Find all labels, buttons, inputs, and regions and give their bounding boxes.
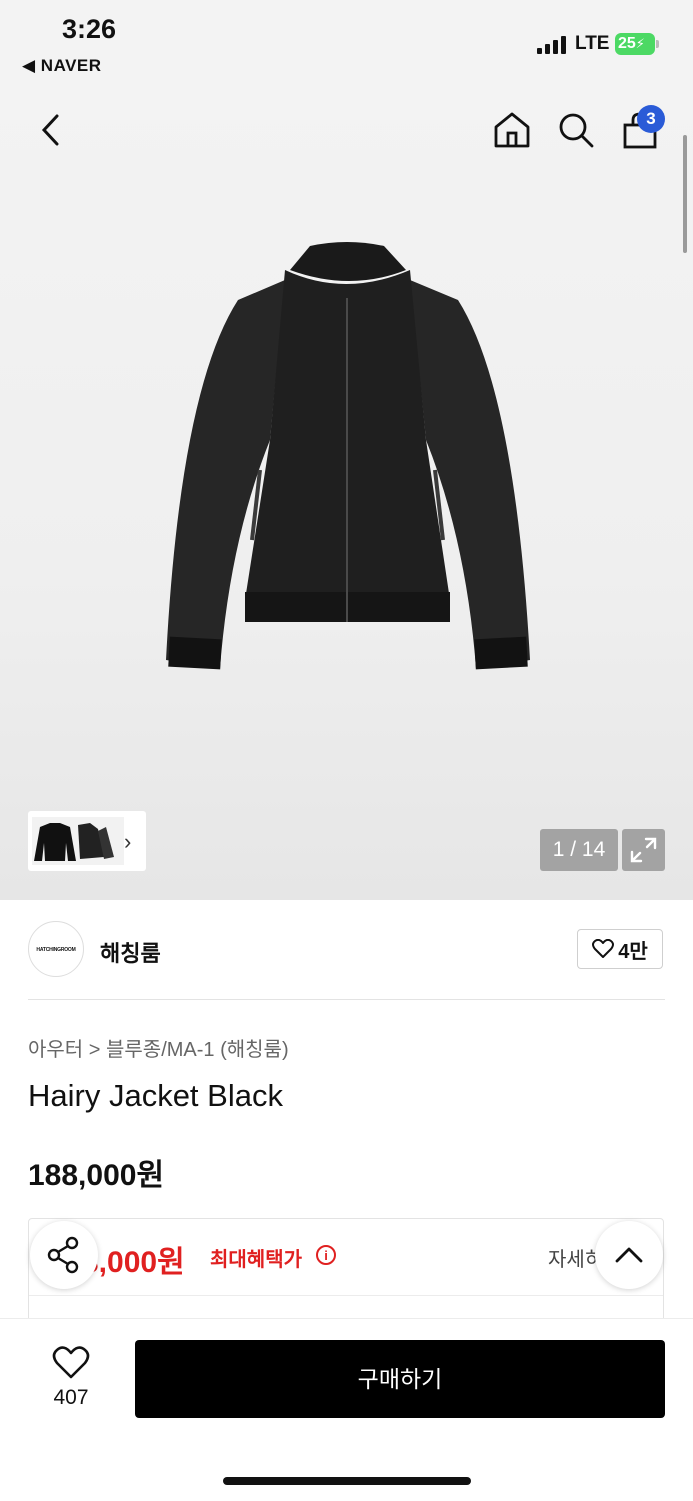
signal-icon xyxy=(537,36,569,54)
image-counter: 1 / 14 xyxy=(540,829,618,871)
status-time: 3:26 xyxy=(62,14,117,44)
brand-like-count: 4만 xyxy=(618,940,648,963)
heart-icon xyxy=(592,939,615,958)
product-title: Hairy Jacket Black xyxy=(28,1078,283,1113)
expand-icon xyxy=(630,837,657,863)
wishlist-button[interactable] xyxy=(52,1346,90,1385)
divider xyxy=(29,1295,663,1296)
search-icon xyxy=(559,113,594,148)
chevron-left-icon xyxy=(41,114,59,146)
info-icon[interactable]: i xyxy=(316,1245,336,1265)
thumbnail-next-icon[interactable]: › xyxy=(124,829,131,855)
status-bar: 3:26 ◀ NAVER LTE 25⚡ xyxy=(0,0,693,90)
product-price: 188,000원 xyxy=(28,1159,165,1192)
search-button[interactable] xyxy=(554,108,598,152)
brand-logo[interactable]: HATCHINGROOM xyxy=(28,921,84,977)
wishlist-count: 407 xyxy=(53,1386,89,1409)
breadcrumb[interactable]: 아우터 > 블루종/MA-1 (해칭룸) xyxy=(28,1033,289,1062)
chevron-up-icon xyxy=(615,1247,643,1263)
network-label: LTE xyxy=(575,33,610,54)
home-button[interactable] xyxy=(490,108,534,152)
battery-tip xyxy=(656,40,659,48)
scrollbar[interactable] xyxy=(683,135,687,253)
buy-button[interactable]: 구매하기 xyxy=(135,1340,665,1418)
brand-name[interactable]: 해칭룸 xyxy=(100,936,161,968)
scroll-top-button[interactable] xyxy=(595,1221,663,1289)
brand-like-button[interactable]: 4만 xyxy=(577,929,663,969)
thumbnail-image[interactable] xyxy=(32,817,124,865)
heart-icon xyxy=(52,1346,90,1379)
home-icon xyxy=(494,112,530,148)
product-gallery[interactable] xyxy=(0,90,693,900)
back-button[interactable] xyxy=(30,110,70,150)
product-image[interactable] xyxy=(160,240,535,685)
battery-icon: 25⚡ xyxy=(615,33,655,55)
back-to-app-link[interactable]: ◀ NAVER xyxy=(22,56,102,76)
expand-button[interactable] xyxy=(622,829,665,871)
share-button[interactable] xyxy=(30,1221,98,1289)
battery-level: 25 xyxy=(618,35,636,52)
cart-count-badge: 3 xyxy=(637,105,665,133)
divider xyxy=(28,999,665,1000)
max-benefit-label: 최대혜택가 xyxy=(210,1249,302,1271)
home-indicator[interactable] xyxy=(223,1477,471,1485)
share-icon xyxy=(47,1236,79,1274)
